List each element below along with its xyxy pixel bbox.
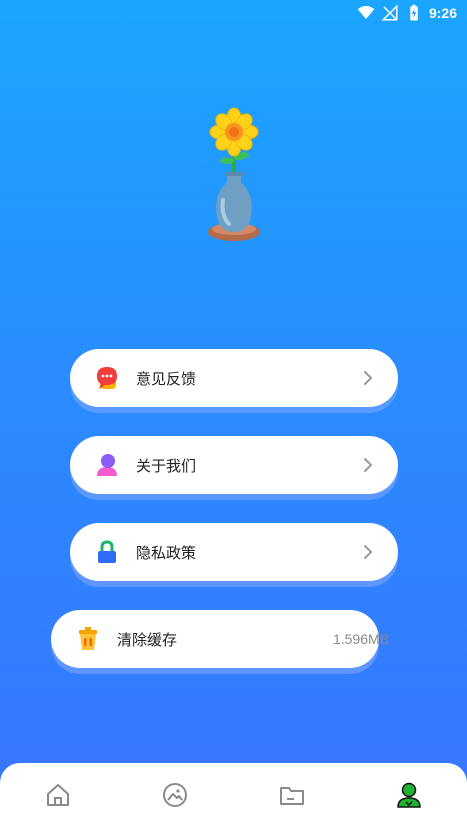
image-icon bbox=[163, 782, 188, 807]
menu-item-privacy[interactable]: 隐私政策 bbox=[70, 523, 398, 581]
trash-icon bbox=[75, 626, 101, 652]
feedback-chat-icon bbox=[94, 365, 120, 391]
chevron-right-icon bbox=[364, 458, 373, 472]
battery-charging-icon bbox=[410, 4, 418, 21]
person-icon bbox=[94, 452, 120, 478]
chevron-right-icon bbox=[364, 371, 373, 385]
flower-vase-illustration bbox=[208, 107, 260, 241]
menu-item-clear-cache[interactable]: 清除缓存 1.596MB bbox=[51, 610, 389, 668]
profile-icon bbox=[396, 782, 421, 808]
status-bar: 9:26 bbox=[0, 0, 467, 26]
menu-item-label: 意见反馈 bbox=[136, 369, 197, 388]
home-icon bbox=[47, 783, 70, 806]
tab-profile[interactable] bbox=[380, 770, 438, 820]
menu-item-about[interactable]: 关于我们 bbox=[70, 436, 398, 494]
folder-icon bbox=[279, 786, 304, 805]
tab-files[interactable] bbox=[263, 770, 321, 820]
tab-gallery[interactable] bbox=[146, 770, 204, 820]
menu-item-label: 清除缓存 bbox=[117, 630, 178, 649]
menu-item-feedback[interactable]: 意见反馈 bbox=[70, 349, 398, 407]
tab-home[interactable] bbox=[29, 770, 87, 820]
menu-item-label: 关于我们 bbox=[136, 456, 197, 475]
wifi-icon bbox=[357, 5, 375, 19]
lock-icon bbox=[94, 539, 120, 565]
signal-off-icon bbox=[381, 4, 398, 21]
cache-size-value: 1.596MB bbox=[332, 631, 389, 647]
bottom-nav bbox=[0, 763, 467, 830]
menu-item-label: 隐私政策 bbox=[136, 543, 197, 562]
status-time: 9:26 bbox=[428, 5, 457, 21]
chevron-right-icon bbox=[364, 545, 373, 559]
